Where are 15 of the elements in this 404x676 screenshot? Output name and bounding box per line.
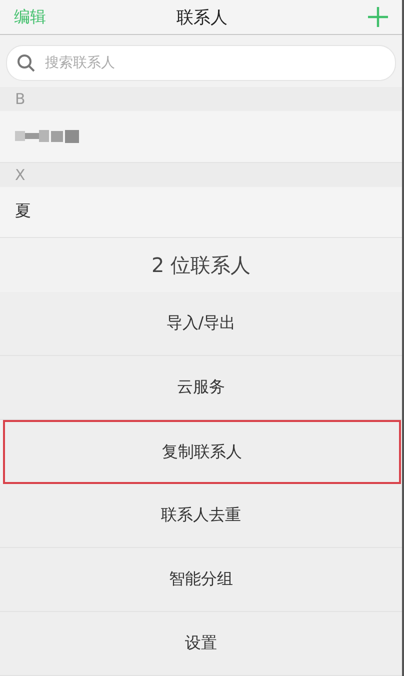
- menu-item[interactable]: 联系人去重: [0, 484, 402, 548]
- search-icon: [17, 54, 35, 72]
- contact-count: 2 位联系人: [150, 252, 252, 278]
- menu-item[interactable]: 复制联系人: [3, 420, 401, 484]
- add-icon[interactable]: [366, 5, 390, 29]
- screen-title: 联系人: [176, 6, 228, 28]
- contact-name[interactable]: 夏: [15, 201, 31, 222]
- section-letter: X: [0, 162, 402, 187]
- menu-item[interactable]: 云服务: [0, 356, 402, 420]
- search-bar[interactable]: 搜索联系人: [6, 45, 396, 81]
- section-letter: B: [0, 87, 402, 112]
- menu-item[interactable]: 导入/导出: [0, 292, 402, 356]
- menu-item[interactable]: 设置: [0, 612, 402, 676]
- search-field[interactable]: 搜索联系人: [43, 54, 385, 72]
- menu-item[interactable]: 智能分组: [0, 548, 402, 612]
